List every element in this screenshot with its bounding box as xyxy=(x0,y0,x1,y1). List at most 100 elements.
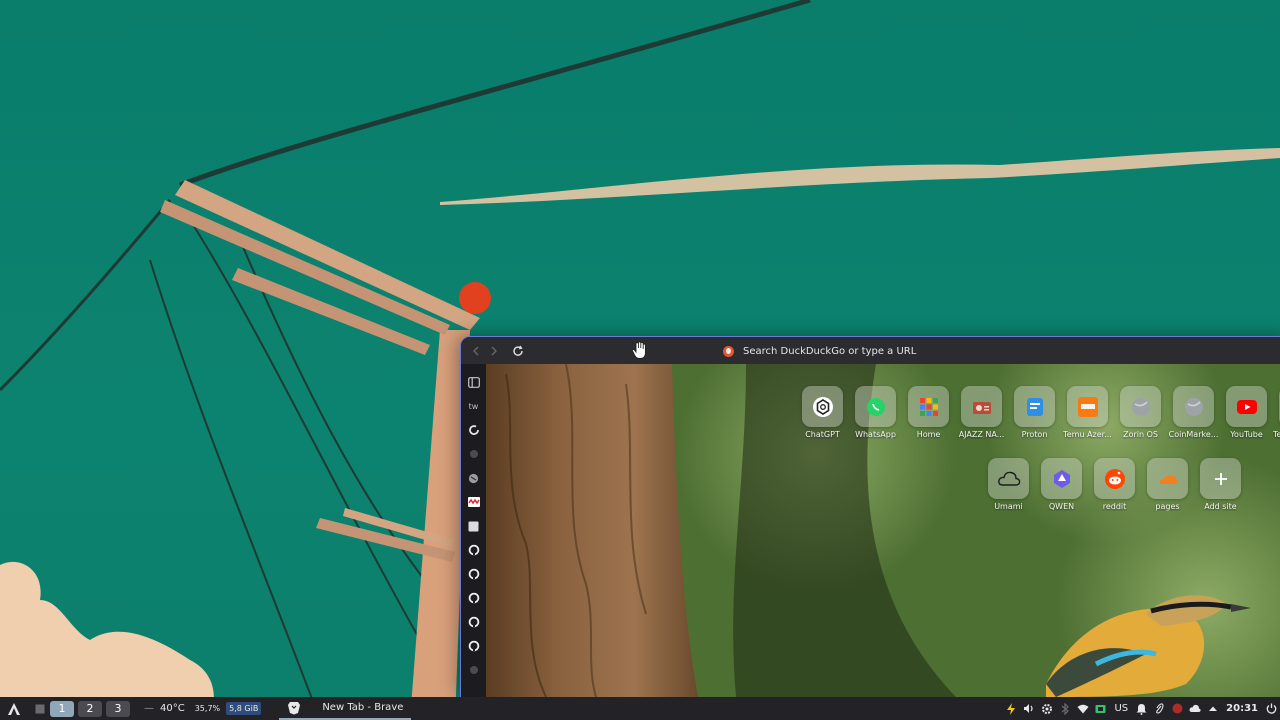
tile-label: CoinMarke... xyxy=(1168,430,1219,439)
recorder-button[interactable] xyxy=(1168,697,1186,720)
volume-button[interactable] xyxy=(1020,697,1038,720)
tile-label: AJAZZ NA... xyxy=(958,430,1005,439)
address-bar-placeholder: Search DuckDuckGo or type a URL xyxy=(743,345,917,357)
top-site-umami[interactable]: Umami xyxy=(982,458,1035,511)
chevron-left-icon xyxy=(473,346,479,355)
tile-icon-box xyxy=(961,386,1002,427)
tile-icon-box xyxy=(1041,458,1082,499)
taskbar-separator: — xyxy=(144,703,154,714)
show-desktop-button[interactable] xyxy=(34,702,46,716)
chevron-up-icon xyxy=(1209,706,1218,711)
app-menu-button[interactable] xyxy=(0,697,28,720)
temperature-readout: 40°C xyxy=(160,703,185,714)
tile-icon-box xyxy=(855,386,896,427)
tile-label: QWEN xyxy=(1048,502,1075,511)
battery-button[interactable] xyxy=(1092,697,1110,720)
notifications-button[interactable] xyxy=(1132,697,1150,720)
forward-button[interactable] xyxy=(485,342,503,360)
top-site-proton[interactable]: Proton xyxy=(1008,386,1061,439)
new-tab-page: ChatGPT WhatsApp Home AJAZZ NA... Proton… xyxy=(486,364,1280,697)
workspace-3[interactable]: 3 xyxy=(106,700,130,717)
top-site-zorin[interactable]: Zorin OS xyxy=(1114,386,1167,439)
settings-button[interactable] xyxy=(1038,697,1056,720)
tray-expand-button[interactable] xyxy=(1204,697,1222,720)
bell-icon xyxy=(1136,703,1147,715)
sidebar-toggle[interactable] xyxy=(461,370,486,394)
sidebar-item-faded-2[interactable] xyxy=(461,658,486,682)
tile-icon-box xyxy=(988,458,1029,499)
top-site-reddit[interactable]: reddit xyxy=(1088,458,1141,511)
temu-icon xyxy=(1077,396,1098,417)
clock[interactable]: 20:31 xyxy=(1226,703,1258,714)
cloud-sync-button[interactable] xyxy=(1186,697,1204,720)
tile-label: pages xyxy=(1155,502,1180,511)
lightning-icon xyxy=(1007,702,1016,715)
desktop-icon xyxy=(35,704,45,713)
tile-label: Proton xyxy=(1021,430,1048,439)
taskbar-app-brave[interactable]: New Tab - Brave xyxy=(279,697,412,720)
red-site-icon xyxy=(467,497,480,507)
chevron-right-icon xyxy=(491,346,497,355)
tile-label: Umami xyxy=(994,502,1023,511)
sidebar-item-github-1[interactable] xyxy=(461,538,486,562)
sidebar-item-reload-site[interactable] xyxy=(461,418,486,442)
sidebar-item-red[interactable] xyxy=(461,490,486,514)
system-tray: US 20:31 xyxy=(1002,697,1280,720)
browser-sidebar: tw xyxy=(461,364,486,697)
top-site-youtube[interactable]: YouTube xyxy=(1220,386,1273,439)
top-site-whatsapp[interactable]: WhatsApp xyxy=(849,386,902,439)
paperclip-icon xyxy=(1156,702,1164,714)
faded-site-icon xyxy=(469,450,478,458)
distro-logo-icon xyxy=(8,702,20,715)
power-profile-button[interactable] xyxy=(1002,697,1020,720)
tile-icon-box xyxy=(802,386,843,427)
tile-icon-box xyxy=(1173,386,1214,427)
youtube-icon xyxy=(1236,399,1257,414)
sidebar-item-github-3[interactable] xyxy=(461,586,486,610)
sidebar-item-github-5[interactable] xyxy=(461,634,486,658)
top-site-pages[interactable]: pages xyxy=(1141,458,1194,511)
top-site-chatgpt[interactable]: ChatGPT xyxy=(796,386,849,439)
top-site-home[interactable]: Home xyxy=(902,386,955,439)
tile-label: Home xyxy=(916,430,941,439)
sidebar-item-globe[interactable] xyxy=(461,466,486,490)
workspace-2[interactable]: 2 xyxy=(78,700,102,717)
tile-label: Zorin OS xyxy=(1123,430,1158,439)
tile-icon-box xyxy=(1120,386,1161,427)
sidebar-item-github-2[interactable] xyxy=(461,562,486,586)
top-site-qwen[interactable]: QWEN xyxy=(1035,458,1088,511)
tile-label: WhatsApp xyxy=(855,430,896,439)
wifi-button[interactable] xyxy=(1074,697,1092,720)
hand-cursor-icon xyxy=(631,341,646,359)
cpu-usage: 35,7% xyxy=(194,704,221,713)
bluetooth-button[interactable] xyxy=(1056,697,1074,720)
gear-icon xyxy=(1042,703,1053,714)
sidebar-item-github-4[interactable] xyxy=(461,610,486,634)
reload-button[interactable] xyxy=(509,342,527,360)
clipboard-button[interactable] xyxy=(1150,697,1168,720)
address-bar[interactable]: Search DuckDuckGo or type a URL xyxy=(723,342,1263,360)
reload-icon xyxy=(513,345,523,356)
radio-icon xyxy=(972,401,991,414)
globe-site-icon xyxy=(468,473,479,483)
sidebar-item-faded[interactable] xyxy=(461,442,486,466)
qwen-icon xyxy=(1053,469,1070,488)
workspace-1[interactable]: 1 xyxy=(50,700,74,717)
tile-label: Temu Azer... xyxy=(1063,430,1112,439)
github-icon xyxy=(468,568,479,580)
keyboard-layout[interactable]: US xyxy=(1114,703,1128,714)
add-site-button[interactable]: Add site xyxy=(1194,458,1247,511)
top-site-ajazz[interactable]: AJAZZ NA... xyxy=(955,386,1008,439)
top-site-coinmarketcap[interactable]: CoinMarke... xyxy=(1167,386,1220,439)
power-button[interactable] xyxy=(1262,697,1280,720)
cloud-icon xyxy=(997,471,1020,486)
memory-usage: 5,8 GiB xyxy=(226,702,262,715)
browser-toolbar: Search DuckDuckGo or type a URL xyxy=(461,337,1280,364)
bluetooth-icon xyxy=(1062,702,1070,715)
top-site-te[interactable]: Te xyxy=(1273,386,1280,439)
sidebar-item-tw[interactable]: tw xyxy=(461,394,486,418)
sidebar-item-page[interactable] xyxy=(461,514,486,538)
back-button[interactable] xyxy=(467,342,485,360)
wifi-icon xyxy=(1077,704,1089,713)
top-site-temu[interactable]: Temu Azer... xyxy=(1061,386,1114,439)
